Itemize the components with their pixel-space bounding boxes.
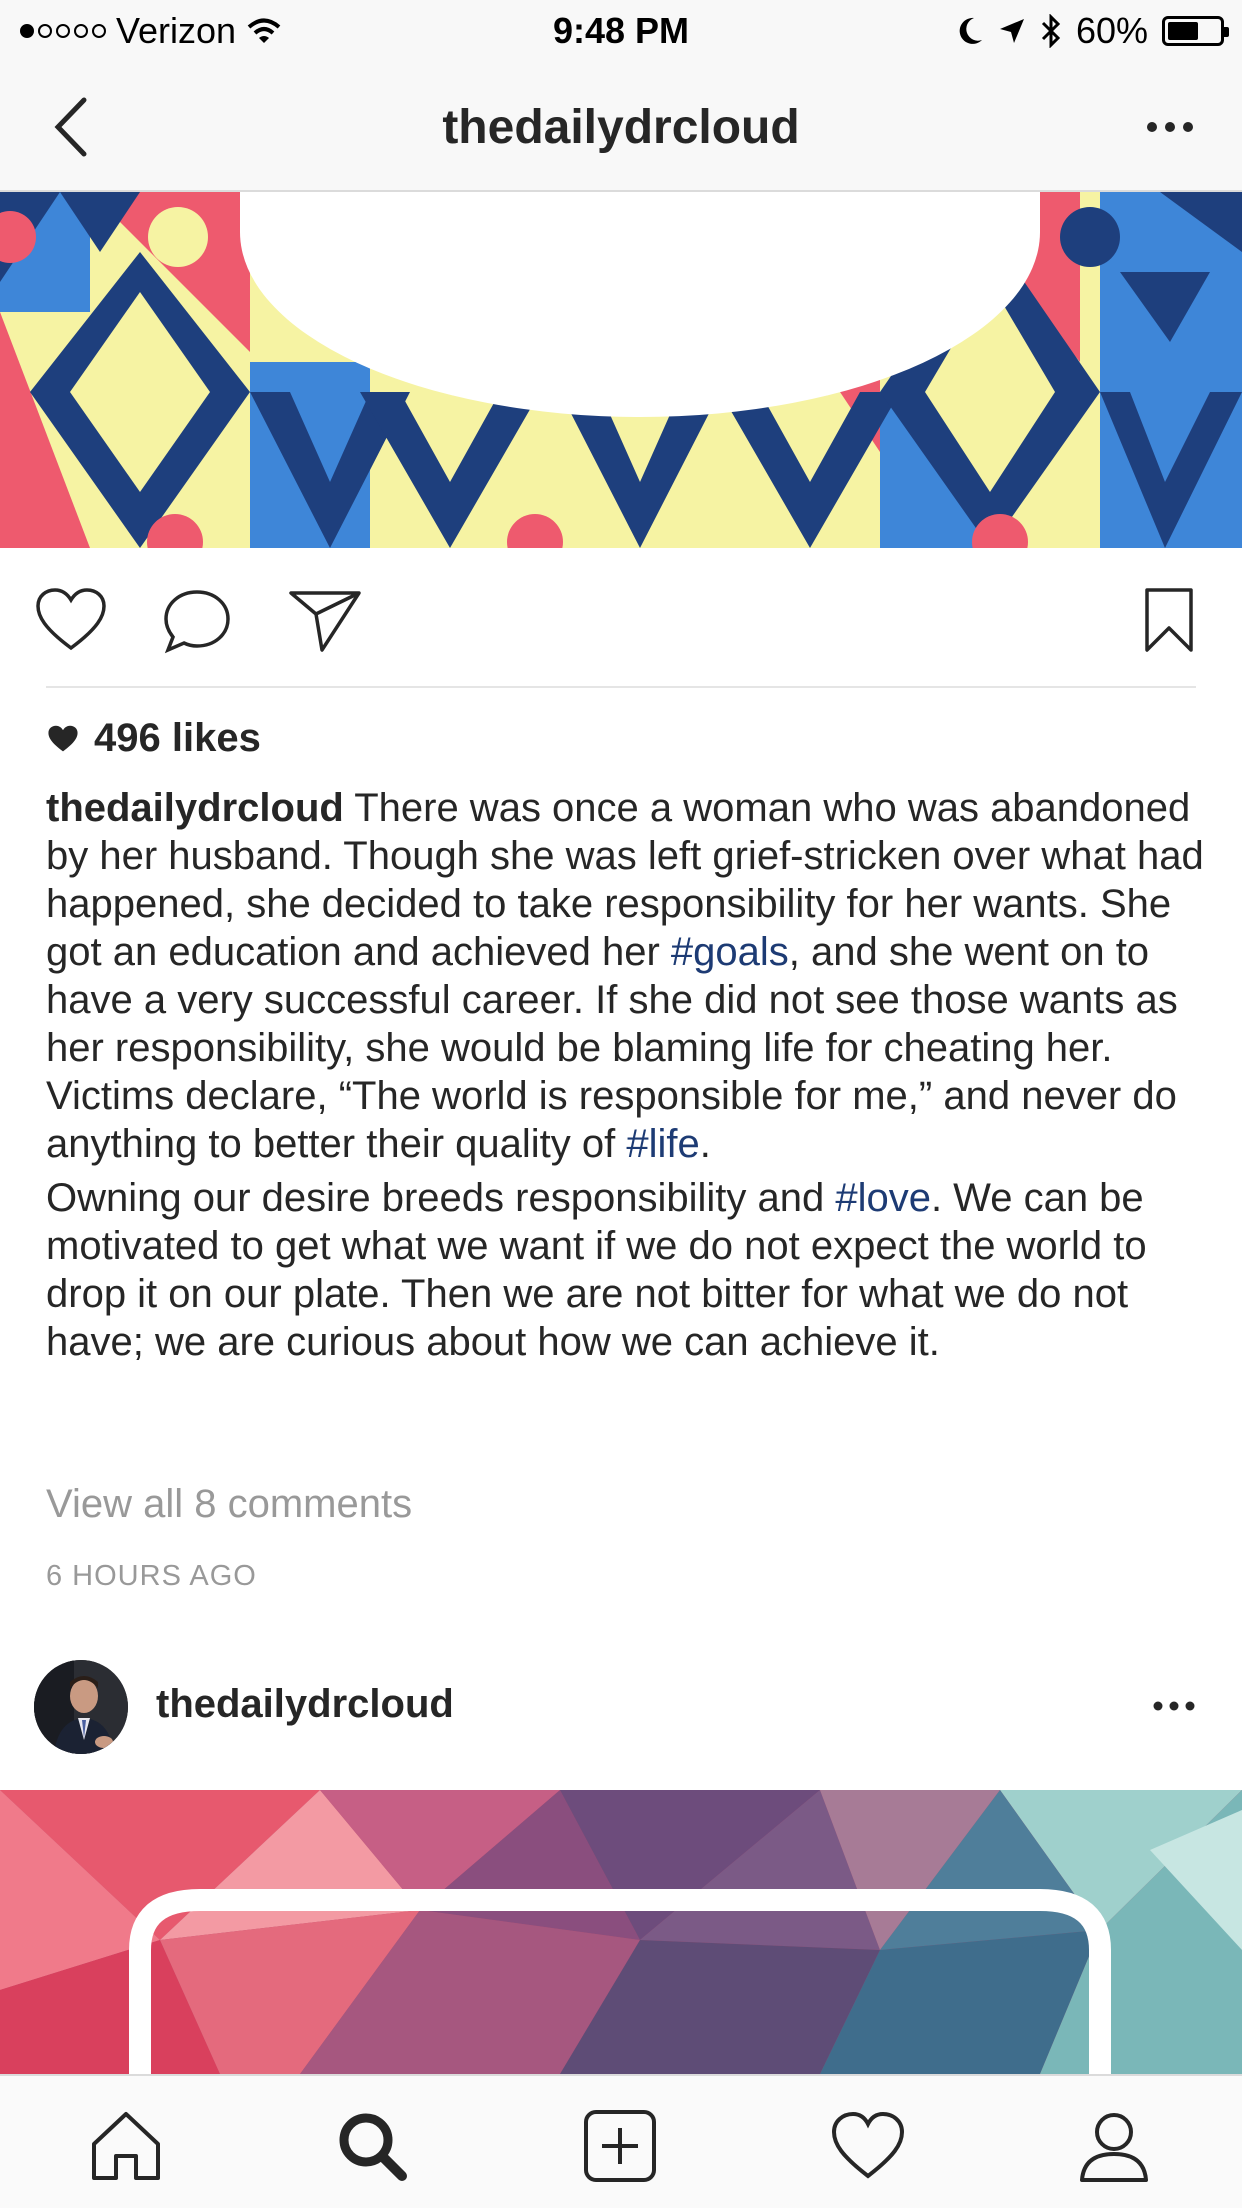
post-image[interactable] bbox=[0, 192, 1242, 548]
post-author-username[interactable]: thedailydrcloud bbox=[156, 1682, 454, 1727]
search-icon[interactable] bbox=[332, 2106, 412, 2186]
status-right: 60% bbox=[956, 10, 1229, 52]
filled-heart-icon bbox=[48, 725, 78, 751]
more-options-icon[interactable] bbox=[1140, 112, 1200, 142]
add-icon[interactable] bbox=[580, 2106, 660, 2186]
hashtag-goals[interactable]: #goals bbox=[671, 930, 789, 974]
avatar-photo bbox=[34, 1660, 128, 1754]
view-comments-link[interactable]: View all 8 comments bbox=[46, 1482, 412, 1527]
geometric-pattern-image bbox=[0, 192, 1242, 548]
status-bar: Verizon 9:48 PM 60% bbox=[0, 0, 1242, 62]
bookmark-icon[interactable] bbox=[1142, 586, 1196, 656]
battery-icon bbox=[1162, 16, 1229, 46]
nav-bar: thedailydrcloud bbox=[0, 62, 1242, 192]
avatar[interactable] bbox=[34, 1660, 128, 1754]
post-caption: thedailydrcloud There was once a woman w… bbox=[46, 784, 1206, 1366]
post-more-options-icon[interactable] bbox=[1152, 1696, 1196, 1716]
page-title: thedailydrcloud bbox=[442, 101, 800, 154]
likes-label: 496 likes bbox=[94, 716, 261, 760]
battery-percent: 60% bbox=[1075, 10, 1148, 51]
activity-heart-icon[interactable] bbox=[828, 2106, 908, 2186]
caption-text: . bbox=[699, 1122, 711, 1166]
next-post-header: thedailydrcloud bbox=[0, 1660, 1242, 1790]
actions-divider bbox=[46, 686, 1196, 688]
moon-icon bbox=[959, 17, 982, 44]
bluetooth-icon bbox=[1041, 14, 1061, 48]
profile-icon[interactable] bbox=[1074, 2106, 1154, 2186]
caption-paragraph-2: Owning our desire breeds responsibility … bbox=[46, 1174, 1206, 1366]
likes-count[interactable]: 496 likes bbox=[46, 716, 261, 761]
post-timestamp: 6 HOURS AGO bbox=[46, 1560, 257, 1592]
next-post-image[interactable] bbox=[0, 1790, 1242, 2074]
caption-username[interactable]: thedailydrcloud bbox=[46, 786, 344, 830]
location-arrow-icon bbox=[999, 19, 1024, 43]
caption-text: Owning our desire breeds responsibility … bbox=[46, 1176, 836, 1220]
home-icon[interactable] bbox=[86, 2106, 166, 2186]
low-poly-pattern-image bbox=[0, 1790, 1242, 2074]
tab-bar bbox=[0, 2074, 1242, 2208]
share-icon[interactable] bbox=[288, 588, 362, 654]
post-actions bbox=[0, 560, 1242, 680]
caption-paragraph-1: thedailydrcloud There was once a woman w… bbox=[46, 784, 1206, 1168]
hashtag-love[interactable]: #love bbox=[835, 1176, 931, 1220]
comment-icon[interactable] bbox=[162, 588, 232, 654]
hashtag-life[interactable]: #life bbox=[626, 1122, 699, 1166]
heart-icon[interactable] bbox=[34, 586, 108, 654]
